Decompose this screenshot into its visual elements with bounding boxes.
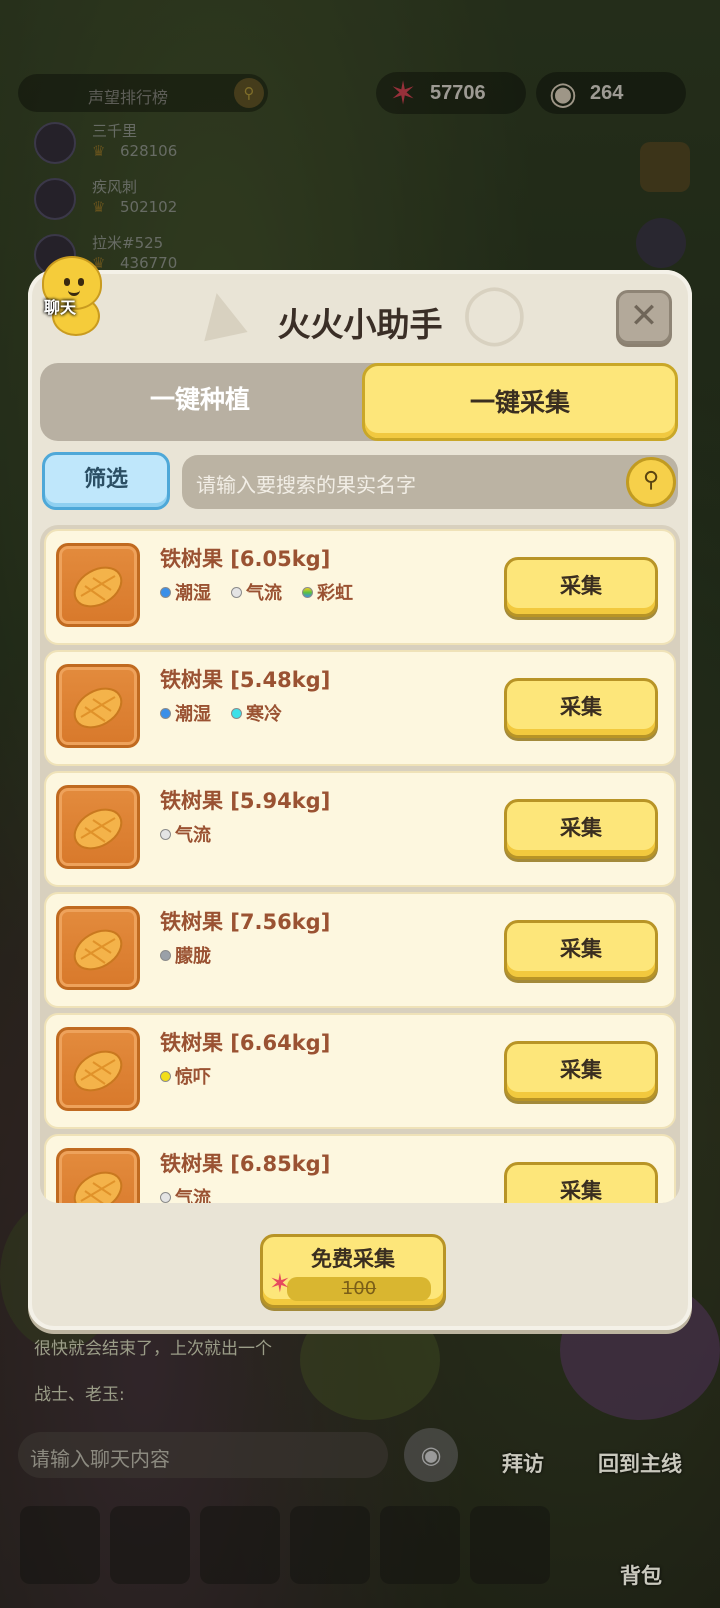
tag-dot-icon <box>160 707 171 719</box>
fruit-name: 铁树果 [5.48kg] <box>160 668 331 692</box>
camera-icon[interactable]: ◉ <box>404 1428 458 1482</box>
hotbar-slot[interactable] <box>20 1506 100 1584</box>
mutation-tag: 寒冷 <box>231 700 282 726</box>
iron-tree-fruit-icon <box>56 543 140 627</box>
mutation-tag: 朦胧 <box>160 942 211 968</box>
tag-label: 寒冷 <box>246 704 282 725</box>
search-placeholder: 请输入要搜索的果实名字 <box>196 473 416 497</box>
fruit-tags: 气流 <box>160 1184 211 1203</box>
collect-button[interactable]: 采集 <box>504 799 658 859</box>
chat-input[interactable]: 请输入聊天内容 <box>18 1432 388 1478</box>
fruit-name: 铁树果 [6.64kg] <box>160 1031 331 1055</box>
iron-tree-fruit-icon <box>56 906 140 990</box>
hotbar-slot[interactable] <box>110 1506 190 1584</box>
close-button[interactable]: ✕ <box>616 290 672 344</box>
tag-dot-icon <box>231 707 242 719</box>
backpack-button[interactable]: 背包 <box>620 1560 662 1590</box>
tag-dot-icon <box>231 586 242 598</box>
tag-dot-icon <box>302 586 313 598</box>
fruit-tags: 气流 <box>160 821 211 847</box>
iron-tree-fruit-icon <box>56 785 140 869</box>
modal-title: 火火小助手 <box>277 305 443 344</box>
mutation-tag: 气流 <box>160 1184 211 1203</box>
tag-label: 朦胧 <box>175 946 211 967</box>
hotbar-slot[interactable] <box>470 1506 550 1584</box>
mutation-tag: 惊吓 <box>160 1063 211 1089</box>
tag-label: 潮湿 <box>175 704 211 725</box>
tag-label: 惊吓 <box>175 1067 211 1088</box>
visit-button[interactable]: 拜访 <box>502 1448 544 1478</box>
chat-input-placeholder: 请输入聊天内容 <box>30 1447 170 1471</box>
free-collect-button[interactable]: 免费采集 100 ✶ <box>260 1234 446 1308</box>
tag-dot-icon <box>160 949 171 961</box>
starfish-icon: ✶ <box>269 1269 291 1299</box>
search-icon[interactable]: ⚲ <box>626 457 676 507</box>
fruit-name: 铁树果 [6.85kg] <box>160 1152 331 1176</box>
tag-label: 气流 <box>175 1188 211 1203</box>
chat-message: 战士、老玉: <box>34 1385 125 1405</box>
free-collect-cost: 100 <box>287 1277 431 1301</box>
main-line-button[interactable]: 回到主线 <box>598 1448 682 1478</box>
assistant-modal: ▲ ◯ ◆ 火火小助手 ✕ 一键种植 一键采集 筛选 请输入要搜索的果实名字 ⚲… <box>28 270 692 1330</box>
list-item: 铁树果 [5.94kg] 气流 采集 <box>44 771 676 887</box>
fruit-tags: 朦胧 <box>160 942 211 968</box>
list-item: 铁树果 [7.56kg] 朦胧 采集 <box>44 892 676 1008</box>
tag-label: 气流 <box>246 583 282 604</box>
fruit-tags: 潮湿 寒冷 <box>160 700 282 726</box>
filter-button[interactable]: 筛选 <box>42 452 170 510</box>
tag-dot-icon <box>160 828 171 840</box>
fruit-list[interactable]: 铁树果 [6.05kg] 潮湿 气流 彩虹 采集 铁树果 [5.48kg] 潮湿… <box>40 525 680 1203</box>
iron-tree-fruit-icon <box>56 1148 140 1203</box>
list-item: 铁树果 [6.85kg] 气流 采集 <box>44 1134 676 1203</box>
list-item: 铁树果 [6.64kg] 惊吓 采集 <box>44 1013 676 1129</box>
collect-button[interactable]: 采集 <box>504 920 658 980</box>
fruit-name: 铁树果 [7.56kg] <box>160 910 331 934</box>
list-item: 铁树果 [5.48kg] 潮湿 寒冷 采集 <box>44 650 676 766</box>
fruit-tags: 潮湿 气流 彩虹 <box>160 579 353 605</box>
tab-one-click-collect[interactable]: 一键采集 <box>362 363 678 441</box>
fruit-name: 铁树果 [5.94kg] <box>160 789 331 813</box>
mutation-tag: 彩虹 <box>302 579 353 605</box>
iron-tree-fruit-icon <box>56 664 140 748</box>
chat-bubble-button[interactable]: 聊天 <box>34 256 106 340</box>
tag-label: 潮湿 <box>175 583 211 604</box>
mutation-tag: 气流 <box>160 821 211 847</box>
fruit-tags: 惊吓 <box>160 1063 211 1089</box>
tag-label: 气流 <box>175 825 211 846</box>
collect-button[interactable]: 采集 <box>504 1041 658 1101</box>
tab-bar: 一键种植 一键采集 <box>40 363 678 441</box>
iron-tree-fruit-icon <box>56 1027 140 1111</box>
hotbar-slot[interactable] <box>200 1506 280 1584</box>
collect-button[interactable]: 采集 <box>504 1162 658 1203</box>
list-item: 铁树果 [6.05kg] 潮湿 气流 彩虹 采集 <box>44 529 676 645</box>
mutation-tag: 潮湿 <box>160 700 211 726</box>
mutation-tag: 潮湿 <box>160 579 211 605</box>
mutation-tag: 气流 <box>231 579 282 605</box>
tag-dot-icon <box>160 586 171 598</box>
search-input[interactable]: 请输入要搜索的果实名字 ⚲ <box>182 455 678 509</box>
fruit-name: 铁树果 [6.05kg] <box>160 547 331 571</box>
tag-dot-icon <box>160 1070 171 1082</box>
chat-bubble-label: 聊天 <box>44 298 77 317</box>
tag-label: 彩虹 <box>317 583 353 604</box>
tag-dot-icon <box>160 1191 171 1203</box>
chat-message: 很快就会结束了，上次就出一个 <box>34 1339 272 1359</box>
collect-button[interactable]: 采集 <box>504 678 658 738</box>
collect-button[interactable]: 采集 <box>504 557 658 617</box>
hotbar-slot[interactable] <box>290 1506 370 1584</box>
tab-one-click-plant[interactable]: 一键种植 <box>40 363 360 441</box>
hotbar-slot[interactable] <box>380 1506 460 1584</box>
